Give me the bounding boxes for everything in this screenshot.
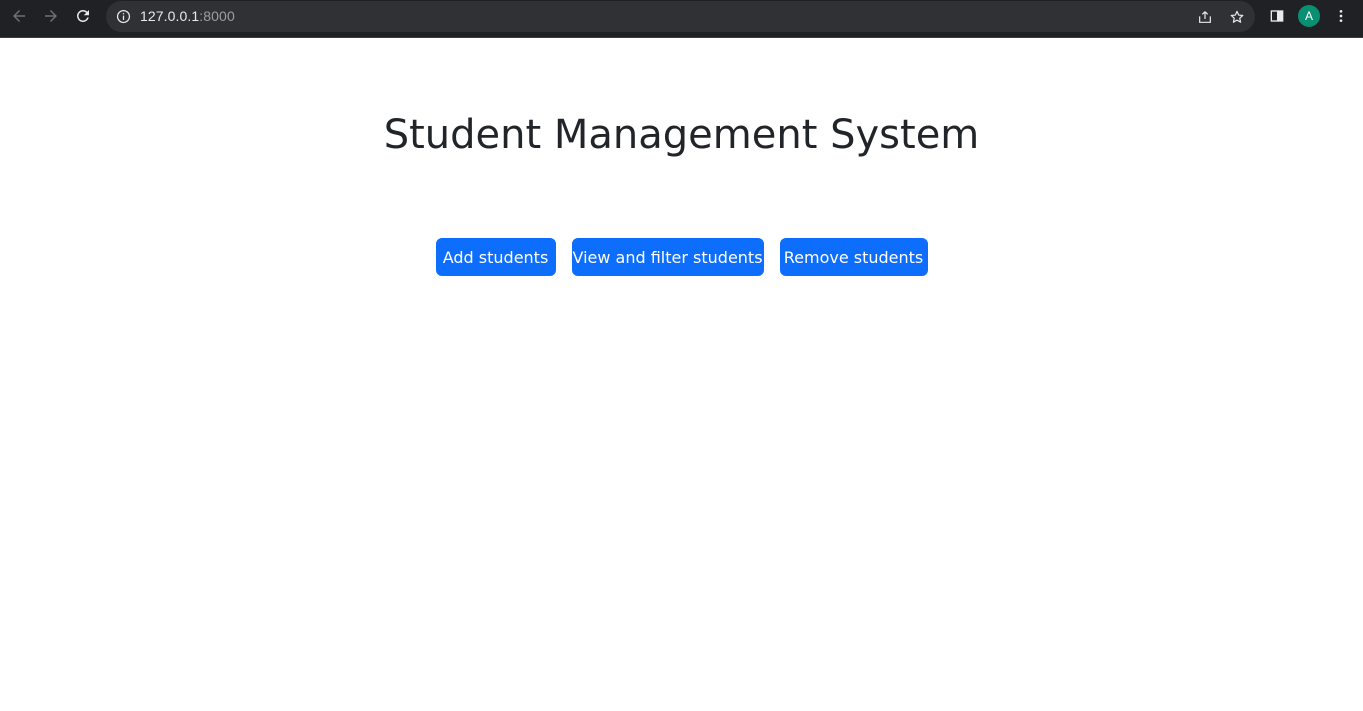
add-students-button[interactable]: Add students (435, 238, 556, 276)
share-button[interactable] (1195, 7, 1215, 27)
back-button[interactable] (5, 4, 33, 28)
kebab-menu-icon (1339, 10, 1343, 22)
browser-toolbar: 127.0.0.1:8000 A (0, 0, 1363, 38)
url-text[interactable]: 127.0.0.1:8000 (140, 8, 235, 24)
info-icon (116, 9, 131, 24)
profile-avatar[interactable]: A (1298, 5, 1320, 27)
avatar-initial: A (1304, 9, 1313, 23)
arrow-left-icon (13, 10, 25, 22)
view-filter-students-button[interactable]: View and filter students (571, 238, 764, 276)
address-bar[interactable]: 127.0.0.1:8000 (106, 1, 1255, 32)
side-panel-button[interactable] (1267, 6, 1287, 26)
share-icon (1199, 11, 1211, 23)
forward-button[interactable] (37, 4, 65, 28)
reload-button[interactable] (69, 4, 97, 28)
bookmark-button[interactable] (1227, 7, 1247, 27)
browser-menu-button[interactable] (1331, 6, 1351, 26)
url-port: :8000 (199, 8, 235, 24)
site-info-button[interactable] (116, 9, 131, 24)
page-title: Student Management System (383, 112, 980, 158)
star-icon (1230, 10, 1244, 23)
url-host: 127.0.0.1 (140, 8, 200, 24)
side-panel-icon (1270, 10, 1284, 22)
reload-icon (76, 9, 89, 22)
arrow-right-icon (45, 10, 57, 22)
remove-students-button[interactable]: Remove students (779, 238, 928, 276)
action-buttons: Add students View and filter students Re… (0, 238, 1363, 276)
